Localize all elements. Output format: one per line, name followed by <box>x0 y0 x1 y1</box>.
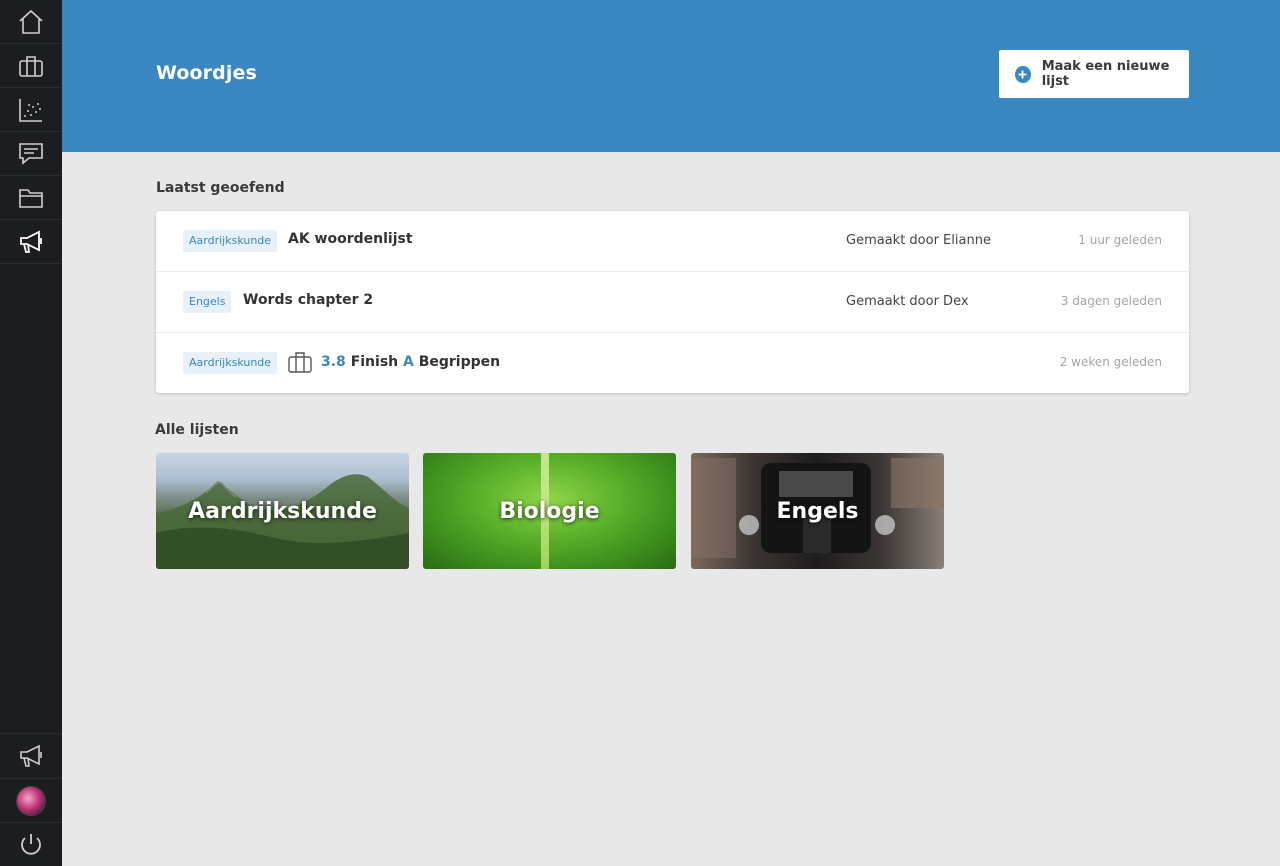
sidebar-item-folders[interactable] <box>0 176 62 220</box>
briefcase-icon <box>19 55 43 77</box>
chat-icon <box>19 142 43 165</box>
recent-section-title: Laatst geoefend <box>156 180 285 196</box>
list-letter: A <box>403 354 414 370</box>
page-header: Woordjes Maak een nieuwe lijst <box>62 0 1280 152</box>
sidebar-item-announcements[interactable] <box>0 220 62 264</box>
megaphone-icon <box>20 744 42 767</box>
sidebar-item-profile[interactable] <box>0 778 62 822</box>
sidebar-item-news[interactable] <box>0 733 62 777</box>
folder-icon <box>19 188 43 208</box>
tile-biologie[interactable]: Biologie <box>423 453 676 569</box>
recent-list: Aardrijkskunde AK woordenlijst Gemaakt d… <box>156 211 1189 393</box>
list-title: Words chapter 2 <box>243 292 374 308</box>
list-author: Gemaakt door Dex <box>846 294 969 309</box>
list-title-part: Finish <box>350 354 399 370</box>
list-author: Gemaakt door Elianne <box>846 233 991 248</box>
list-number: 3.8 <box>321 354 346 370</box>
sidebar-item-messages[interactable] <box>0 132 62 176</box>
briefcase-icon <box>288 351 312 373</box>
tile-label: Aardrijkskunde <box>188 498 377 524</box>
power-icon <box>21 833 41 855</box>
list-title-part: Begrippen <box>418 354 501 370</box>
list-time: 2 weken geleden <box>1059 355 1162 369</box>
plus-icon <box>1015 65 1031 83</box>
avatar <box>16 785 46 816</box>
new-list-button[interactable]: Maak een nieuwe lijst <box>999 50 1189 98</box>
home-icon <box>19 9 43 34</box>
list-title: AK woordenlijst <box>288 231 413 247</box>
sidebar-item-logout[interactable] <box>0 822 62 866</box>
tile-label: Engels <box>776 498 859 524</box>
tile-engels[interactable]: Engels <box>691 453 944 569</box>
sidebar <box>0 0 62 866</box>
all-lists-title: Alle lijsten <box>155 422 239 438</box>
subject-tag[interactable]: Aardrijkskunde <box>183 352 278 374</box>
list-item[interactable]: Engels Words chapter 2 Gemaakt door Dex … <box>156 272 1189 333</box>
list-title: 3.8 Finish A Begrippen <box>288 351 500 373</box>
list-item[interactable]: Aardrijkskunde 3.8 Finish A Begrippen 2 … <box>156 333 1189 394</box>
tile-label: Biologie <box>499 498 600 524</box>
megaphone-icon <box>20 230 42 253</box>
new-list-button-label: Maak een nieuwe lijst <box>1041 59 1170 89</box>
sidebar-item-home[interactable] <box>0 0 62 44</box>
list-time: 3 dagen geleden <box>1060 294 1162 308</box>
sidebar-item-briefcase[interactable] <box>0 44 62 88</box>
list-time: 1 uur geleden <box>1078 233 1162 247</box>
subject-tag[interactable]: Aardrijkskunde <box>183 230 278 252</box>
chart-icon <box>19 98 42 122</box>
tile-aardrijkskunde[interactable]: Aardrijkskunde <box>156 453 409 569</box>
list-item[interactable]: Aardrijkskunde AK woordenlijst Gemaakt d… <box>156 211 1189 272</box>
page-title: Woordjes <box>156 62 257 84</box>
subject-tag[interactable]: Engels <box>183 291 232 313</box>
sidebar-item-statistics[interactable] <box>0 88 62 132</box>
